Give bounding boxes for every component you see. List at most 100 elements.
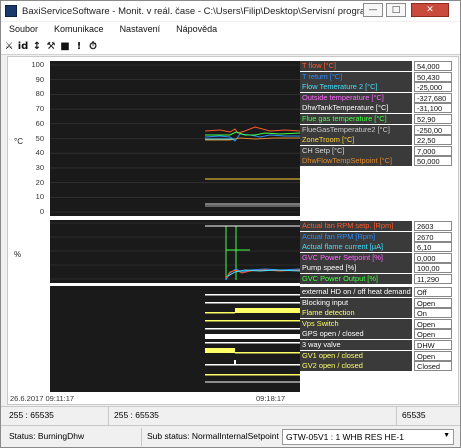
temp-tick-label: 40: [35, 148, 44, 158]
switch-legend-row: GV2 open / closed Closed: [300, 361, 456, 372]
switch-legend-row: Flame detection On: [300, 308, 456, 319]
menu-nastaveni[interactable]: Nastavení: [112, 22, 169, 38]
flue-gas-line: [205, 131, 300, 136]
status-row-2: Status: BurningDhw Sub status: NormalInt…: [1, 425, 460, 447]
lock-icon[interactable]: ■: [59, 41, 71, 52]
sw-bar-8b: [234, 360, 236, 365]
temp-legend-label: CH Setp [°C]: [300, 145, 412, 156]
temp-tick-label: 100: [31, 60, 44, 69]
temp-legend-label: Flue gas temperature [°C]: [300, 114, 412, 124]
sw-bar-6: [205, 334, 300, 339]
pct-legend-row: Actual flame current [µA] 6,10: [300, 242, 456, 253]
pct-legend-label: GVC Power Setpoint [%]: [300, 252, 412, 263]
temp-legend-value: -250,00: [414, 124, 452, 135]
switch-legend-row: external HD on / off heat demand Off: [300, 287, 456, 297]
temp-tick-label: 10: [35, 192, 44, 202]
pct-legend-value: 100,00: [414, 263, 452, 274]
switch-legend-label: external HD on / off heat demand: [300, 287, 412, 297]
temp-tick-label: 50: [35, 133, 44, 143]
temp-tick-label: 20: [35, 177, 44, 187]
sw-bar-3: [235, 308, 300, 313]
temp-legend-row: Flue gas temperature [°C] 52,90: [300, 114, 456, 124]
pct-legend-value: 6,10: [414, 242, 452, 253]
temp-legend-label: DhwTankTemperature [°C]: [300, 103, 412, 114]
end-time: 09:18:17: [256, 394, 286, 403]
status-divider: [396, 407, 397, 425]
temp-legend-label: T return [°C]: [300, 71, 412, 82]
t-flow-line: [204, 126, 300, 134]
pct-legend-value: 11,290: [414, 274, 452, 284]
thermometer-icon[interactable]: ↕: [31, 41, 43, 52]
pct-axis-label: %: [14, 250, 22, 259]
maximize-button[interactable]: □: [386, 3, 406, 17]
pct-legend-row: GVC Power Setpoint [%] 0,000: [300, 252, 456, 263]
pct-legend-row: Pump speed [%] 100,00: [300, 263, 456, 274]
temp-legend-label: Flow Temerature 2 [°C]: [300, 82, 412, 93]
status-cell-2: 255 : 65535: [114, 410, 159, 420]
flame-current-line: [227, 269, 300, 277]
sw-bar-4: [205, 320, 300, 322]
sw-bar-7: [205, 348, 235, 353]
temp-legend-row: Flow Temerature 2 [°C] -25,000: [300, 82, 456, 93]
pct-legend-label: Actual flame current [µA]: [300, 242, 412, 253]
temp-legend-label: Outside temperature [°C]: [300, 92, 412, 103]
temp-tick-label: 0: [39, 207, 44, 216]
timer-icon[interactable]: ⏱: [87, 41, 99, 52]
switch-legend-label: GV2 open / closed: [300, 361, 412, 372]
title-bar: BaxiServiceSoftware - Monit. v reál. čas…: [1, 1, 460, 21]
pct-legend-label: GVC Power Output [%]: [300, 274, 412, 284]
sw-bar-1: [205, 294, 300, 296]
pct-legend-label: Pump speed [%]: [300, 263, 412, 274]
temp-legend-value: 54,000: [414, 61, 452, 71]
sw-bar-2: [205, 302, 300, 304]
switch-legend-label: Blocking input: [300, 297, 412, 308]
menu-soubor[interactable]: Soubor: [1, 22, 46, 38]
sw-bar-3b: [205, 312, 235, 314]
temp-tick-label: 60: [35, 118, 44, 128]
switch-legend-label: Flame detection: [300, 308, 412, 319]
wrench-question-icon[interactable]: ⚔: [3, 41, 15, 52]
temp-legend-row: CH Setp [°C] 7,000: [300, 145, 456, 156]
temp-legend-row: ZoneTroom [°C] 22,50: [300, 135, 456, 146]
temp-tick-label: 90: [35, 74, 44, 84]
temp-legend-row: FlueGasTemperature2 [°C] -250,00: [300, 124, 456, 135]
switch-legend-label: GV1 open / closed: [300, 350, 412, 361]
temp-legend-value: 7,000: [414, 145, 452, 156]
status-divider: [108, 407, 109, 425]
switch-legend-value: Closed: [414, 361, 452, 372]
toolbar: ⚔ id ↕ ⚒ ■ ! ⏱: [1, 38, 460, 55]
switch-legend-value: DHW: [414, 340, 452, 350]
switch-legend-row: 3 way valve DHW: [300, 340, 456, 350]
device-select[interactable]: GTW-05V1 : 1 WHB RES HE-1 ▼: [282, 429, 454, 445]
switch-legend-row: Vps Switch Open: [300, 318, 456, 329]
switch-legend-value: Open: [414, 329, 452, 340]
sw-bar-6b: [205, 342, 300, 344]
menu-komunikace[interactable]: Komunikace: [46, 22, 112, 38]
menu-napoveda[interactable]: Nápověda: [168, 22, 225, 38]
status-row-1: 255 : 65535 255 : 65535 65535: [1, 406, 460, 425]
id-icon[interactable]: id: [17, 41, 29, 52]
wrench-icon[interactable]: ⚒: [45, 41, 57, 52]
temp-legend-value: -25,000: [414, 82, 452, 93]
temp-legend-label: FlueGasTemperature2 [°C]: [300, 124, 412, 135]
pct-legend-row: Actual fan RPM setp. [Rpm] 2603: [300, 221, 456, 231]
device-select-value: GTW-05V1 : 1 WHB RES HE-1: [286, 432, 404, 442]
menu-bar: Soubor Komunikace Nastavení Nápověda: [1, 22, 460, 38]
pct-legend-value: 0,000: [414, 252, 452, 263]
temp-legend-label: DhwFlowTempSetpoint [°C]: [300, 156, 412, 167]
exclamation-icon[interactable]: !: [73, 41, 85, 52]
minimize-button[interactable]: —: [363, 3, 383, 17]
switch-legend-value: Open: [414, 318, 452, 329]
temp-legend-value: -31,100: [414, 103, 452, 114]
status-divider: [141, 428, 142, 446]
close-button[interactable]: ✕: [411, 3, 449, 17]
sw-bar-9: [205, 374, 300, 376]
switch-legend-row: GV1 open / closed Open: [300, 350, 456, 361]
temp-chart: [50, 61, 300, 216]
sw-bar-5: [205, 328, 300, 330]
monitoring-panel: °C 100 90 80 70 60 50 40 30 20 10 0 % 26…: [7, 56, 459, 405]
pct-legend-label: Actual fan RPM setp. [Rpm]: [300, 221, 412, 231]
temp-legend-value: -327,680: [414, 92, 452, 103]
chevron-down-icon[interactable]: ▼: [443, 432, 450, 439]
switch-legend-label: 3 way valve: [300, 340, 412, 350]
